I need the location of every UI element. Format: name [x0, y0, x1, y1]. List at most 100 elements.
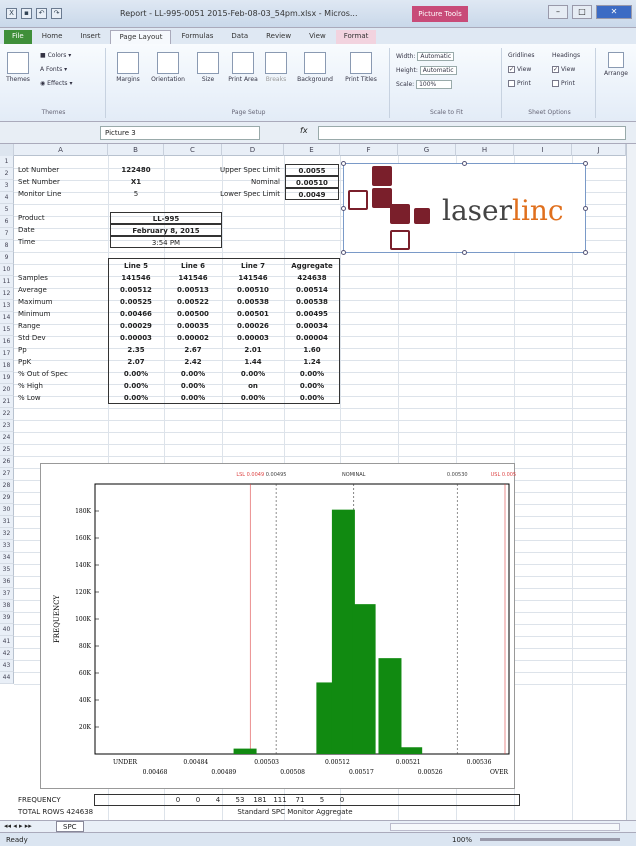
row-header[interactable]: 20: [0, 384, 14, 396]
row-header[interactable]: 44: [0, 672, 14, 684]
col-b-header[interactable]: B: [108, 144, 164, 156]
size-button[interactable]: Size: [194, 52, 222, 83]
orientation-button[interactable]: Orientation: [148, 52, 188, 83]
effects-button[interactable]: ◉ Effects ▾: [40, 80, 72, 87]
row-header[interactable]: 22: [0, 408, 14, 420]
gridlines-print-checkbox[interactable]: Print: [508, 80, 531, 87]
row-header[interactable]: 42: [0, 648, 14, 660]
undo-icon[interactable]: ↶: [36, 8, 47, 19]
col-j-header[interactable]: J: [572, 144, 626, 156]
row-header[interactable]: 21: [0, 396, 14, 408]
row-header[interactable]: 17: [0, 348, 14, 360]
resize-handle[interactable]: [462, 250, 467, 255]
row-header[interactable]: 11: [0, 276, 14, 288]
margins-button[interactable]: Margins: [112, 52, 144, 83]
horizontal-scrollbar[interactable]: [390, 823, 620, 831]
tab-format[interactable]: Format: [335, 30, 377, 44]
fx-icon[interactable]: fx: [300, 126, 308, 135]
resize-handle[interactable]: [583, 161, 588, 166]
sheet-nav-arrows[interactable]: ◂◂ ◂ ▸ ▸▸: [4, 822, 32, 830]
colors-button[interactable]: ■ Colors ▾: [40, 52, 71, 59]
headings-view-checkbox[interactable]: View: [552, 66, 575, 73]
fonts-button[interactable]: A Fonts ▾: [40, 66, 67, 73]
minimize-button[interactable]: –: [548, 5, 568, 19]
resize-handle[interactable]: [341, 161, 346, 166]
row-header[interactable]: 27: [0, 468, 14, 480]
height-control[interactable]: Height: Automatic: [396, 66, 457, 75]
row-header[interactable]: 3: [0, 180, 14, 192]
row-header[interactable]: 43: [0, 660, 14, 672]
row-header[interactable]: 2: [0, 168, 14, 180]
row-header[interactable]: 33: [0, 540, 14, 552]
row-header[interactable]: 12: [0, 288, 14, 300]
col-c-header[interactable]: C: [164, 144, 222, 156]
tab-home[interactable]: Home: [34, 30, 71, 44]
row-header[interactable]: 24: [0, 432, 14, 444]
vertical-scrollbar[interactable]: [626, 144, 636, 820]
formula-input[interactable]: [318, 126, 626, 140]
col-f-header[interactable]: F: [340, 144, 398, 156]
row-header[interactable]: 15: [0, 324, 14, 336]
row-header[interactable]: 18: [0, 360, 14, 372]
resize-handle[interactable]: [462, 161, 467, 166]
save-icon[interactable]: ▪: [21, 8, 32, 19]
row-header[interactable]: 8: [0, 240, 14, 252]
resize-handle[interactable]: [341, 250, 346, 255]
logo-picture[interactable]: laserlinc: [341, 161, 588, 255]
col-d-header[interactable]: D: [222, 144, 284, 156]
themes-button[interactable]: Themes: [4, 52, 32, 83]
row-header[interactable]: 35: [0, 564, 14, 576]
row-header[interactable]: 34: [0, 552, 14, 564]
row-header[interactable]: 16: [0, 336, 14, 348]
tab-insert[interactable]: Insert: [72, 30, 108, 44]
tab-review[interactable]: Review: [258, 30, 299, 44]
print-area-button[interactable]: Print Area: [226, 52, 260, 83]
breaks-button[interactable]: Breaks: [262, 52, 290, 83]
frequency-histogram[interactable]: LSL 0.0049 0.00495 NOMINAL 0.00530 USL 0.005…: [40, 463, 516, 789]
row-header[interactable]: 28: [0, 480, 14, 492]
headings-print-checkbox[interactable]: Print: [552, 80, 575, 87]
gridlines-view-checkbox[interactable]: View: [508, 66, 531, 73]
sheet-tab-spc[interactable]: SPC: [56, 821, 84, 832]
row-header[interactable]: 40: [0, 624, 14, 636]
row-header[interactable]: 39: [0, 612, 14, 624]
close-button[interactable]: ✕: [596, 5, 632, 19]
arrange-button[interactable]: Arrange: [600, 52, 632, 77]
row-header[interactable]: 9: [0, 252, 14, 264]
print-titles-button[interactable]: Print Titles: [344, 52, 378, 83]
name-box[interactable]: Picture 3: [100, 126, 260, 140]
col-a-header[interactable]: A: [14, 144, 108, 156]
row-header[interactable]: 38: [0, 600, 14, 612]
row-header[interactable]: 37: [0, 588, 14, 600]
tab-file[interactable]: File: [4, 30, 32, 44]
row-header[interactable]: 30: [0, 504, 14, 516]
row-header[interactable]: 36: [0, 576, 14, 588]
col-h-header[interactable]: H: [456, 144, 514, 156]
row-header[interactable]: 26: [0, 456, 14, 468]
maximize-button[interactable]: □: [572, 5, 592, 19]
row-header[interactable]: 7: [0, 228, 14, 240]
redo-icon[interactable]: ↷: [51, 8, 62, 19]
resize-handle[interactable]: [583, 250, 588, 255]
excel-icon[interactable]: X: [6, 8, 17, 19]
row-header[interactable]: 29: [0, 492, 14, 504]
col-e-header[interactable]: E: [284, 144, 340, 156]
width-control[interactable]: Width: Automatic: [396, 52, 455, 61]
resize-handle[interactable]: [341, 206, 346, 211]
resize-handle[interactable]: [583, 206, 588, 211]
row-header[interactable]: 4: [0, 192, 14, 204]
tab-data[interactable]: Data: [223, 30, 256, 44]
select-all-corner[interactable]: [0, 144, 14, 156]
zoom-slider[interactable]: [480, 838, 620, 841]
zoom-level[interactable]: 100%: [452, 836, 472, 844]
row-header[interactable]: 41: [0, 636, 14, 648]
row-header[interactable]: 14: [0, 312, 14, 324]
row-header[interactable]: 1: [0, 156, 14, 168]
col-g-header[interactable]: G: [398, 144, 456, 156]
row-header[interactable]: 6: [0, 216, 14, 228]
row-header[interactable]: 10: [0, 264, 14, 276]
scale-control[interactable]: Scale: 100%: [396, 80, 453, 89]
tab-formulas[interactable]: Formulas: [173, 30, 221, 44]
row-header[interactable]: 13: [0, 300, 14, 312]
row-header[interactable]: 31: [0, 516, 14, 528]
